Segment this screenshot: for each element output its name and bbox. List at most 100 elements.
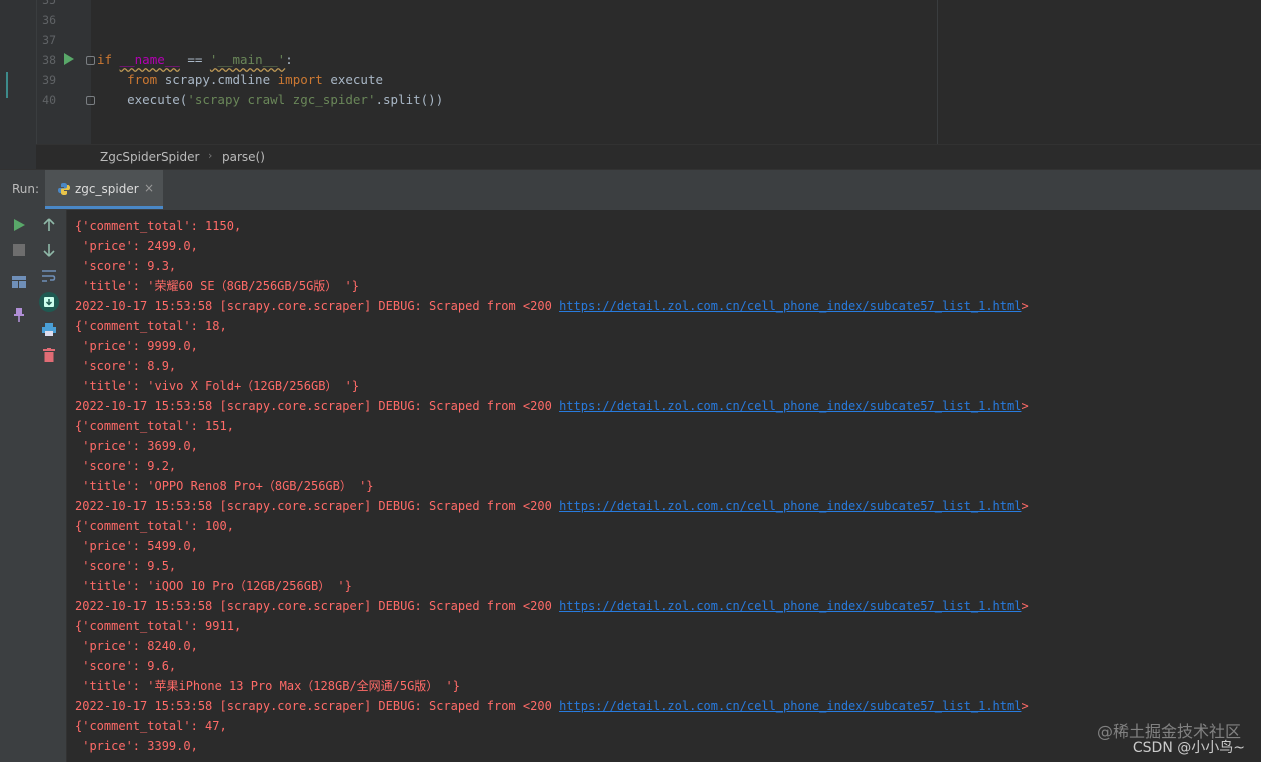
code-line-38: if __name__ == '__main__': [97, 50, 293, 70]
console-text: 'score': 8.9, [75, 359, 177, 373]
console-item-line: 'score': 9.5, [75, 556, 176, 576]
line-number: 37 [42, 33, 56, 47]
editor-gutter: 35 36 37 38 39 40 [36, 0, 95, 144]
console-text: {'comment_total': 9911, [75, 619, 242, 633]
operator: == [179, 52, 210, 67]
console-url-link[interactable]: https://detail.zol.com.cn/cell_phone_ind… [559, 699, 1021, 713]
console-text: 'title': '荣耀60 SE（8GB/256GB/5G版） '} [75, 279, 359, 293]
breadcrumb-item-class[interactable]: ZgcSpiderSpider [100, 150, 199, 164]
stop-button[interactable] [10, 241, 28, 259]
line-number: 36 [42, 13, 56, 27]
console-text: 2022-10-17 15:53:58 [scrapy.core.scraper… [75, 699, 560, 713]
console-item-line: {'comment_total': 151, [75, 416, 234, 436]
pin-tab-button[interactable] [10, 306, 28, 324]
console-text: 2022-10-17 15:53:58 [scrapy.core.scraper… [75, 599, 560, 613]
console-text: 'score': 9.2, [75, 459, 177, 473]
tab-zgc-spider[interactable]: zgc_spider × [45, 170, 163, 209]
console-text: 'title': 'OPPO Reno8 Pro+（8GB/256GB） '} [75, 479, 374, 493]
console-item-line: 'title': 'OPPO Reno8 Pro+（8GB/256GB） '} [75, 476, 374, 496]
console-item-line: {'comment_total': 18, [75, 316, 227, 336]
console-url-link[interactable]: https://detail.zol.com.cn/cell_phone_ind… [559, 399, 1021, 413]
line-number: 40 [42, 93, 56, 107]
console-log-line: 2022-10-17 15:53:58 [scrapy.core.scraper… [75, 296, 1029, 316]
console-url-link[interactable]: https://detail.zol.com.cn/cell_phone_ind… [559, 599, 1021, 613]
console-item-line: 'score': 9.3, [75, 256, 176, 276]
play-icon [14, 219, 25, 231]
console-item-line: 'score': 9.6, [75, 656, 176, 676]
code-editor[interactable]: 35 36 37 38 39 40 if __name__ == '__main… [0, 0, 1261, 144]
soft-wrap-icon [42, 270, 56, 282]
keyword-import: import [277, 72, 323, 87]
console-item-line: 'score': 8.9, [75, 356, 176, 376]
breadcrumb-item-method[interactable]: parse() [222, 150, 265, 164]
console-text: 'score': 9.3, [75, 259, 177, 273]
console-item-line: 'price': 5499.0, [75, 536, 198, 556]
keyword-if: if [97, 52, 113, 67]
console-text: {'comment_total': 1150, [75, 219, 242, 233]
run-label: Run: [12, 182, 40, 196]
console-item-line: 'title': '苹果iPhone 13 Pro Max（128GB/全网通/… [75, 676, 460, 696]
console-text: {'comment_total': 100, [75, 519, 234, 533]
close-tab-icon[interactable]: × [144, 181, 154, 195]
console-text: {'comment_total': 151, [75, 419, 234, 433]
run-gutter-icon[interactable] [64, 53, 74, 65]
console-text: 'price': 3699.0, [75, 439, 198, 453]
console-text: 2022-10-17 15:53:58 [scrapy.core.scraper… [75, 499, 560, 513]
function-call: execute( [127, 92, 188, 107]
console-text: 'score': 9.5, [75, 559, 177, 573]
console-url-link[interactable]: https://detail.zol.com.cn/cell_phone_ind… [559, 499, 1021, 513]
print-icon [42, 322, 56, 336]
layout-button[interactable] [10, 273, 28, 291]
scroll-to-end-icon [44, 297, 54, 307]
python-icon [58, 183, 70, 195]
code-line-39: from scrapy.cmdline import execute [97, 70, 383, 90]
module-name: scrapy.cmdline [157, 72, 278, 87]
console-log-line: 2022-10-17 15:53:58 [scrapy.core.scraper… [75, 396, 1029, 416]
console-text-tail: > [1021, 499, 1029, 513]
console-text-tail: > [1021, 299, 1029, 313]
clear-all-button[interactable] [40, 346, 58, 364]
console-log-line: 2022-10-17 15:53:58 [scrapy.core.scraper… [75, 596, 1029, 616]
console-item-line: {'comment_total': 47, [75, 716, 227, 736]
run-panel-header: Run: zgc_spider × [0, 169, 1261, 211]
soft-wrap-button[interactable] [40, 267, 58, 285]
console-item-line: 'price': 3699.0, [75, 436, 198, 456]
change-marker [6, 72, 8, 98]
scroll-up-button[interactable] [40, 216, 58, 234]
print-button[interactable] [40, 320, 58, 338]
console-item-line: 'title': '荣耀60 SE（8GB/256GB/5G版） '} [75, 276, 359, 296]
console-output[interactable]: {'comment_total': 1150, 'price': 2499.0,… [67, 210, 1261, 762]
console-url-link[interactable]: https://detail.zol.com.cn/cell_phone_ind… [559, 299, 1021, 313]
dunder-name: __name__ [119, 52, 180, 67]
arrow-up-icon [43, 218, 55, 231]
console-item-line: 'price': 9999.0, [75, 336, 198, 356]
rerun-button[interactable] [10, 216, 28, 234]
scroll-to-end-button[interactable] [39, 292, 59, 312]
console-text: 2022-10-17 15:53:58 [scrapy.core.scraper… [75, 299, 560, 313]
console-text: 'price': 5499.0, [75, 539, 198, 553]
console-item-line: 'price': 3399.0, [75, 736, 198, 756]
console-item-line: 'title': 'vivo X Fold+（12GB/256GB） '} [75, 376, 359, 396]
console-log-line: 2022-10-17 15:53:58 [scrapy.core.scraper… [75, 696, 1029, 716]
line-number: 35 [42, 0, 56, 7]
run-toolbar-secondary [36, 210, 67, 762]
stop-icon [13, 244, 25, 256]
breadcrumb: ZgcSpiderSpider › parse() [36, 144, 1261, 169]
string-main: '__main__' [209, 52, 286, 67]
console-text-tail: > [1021, 399, 1029, 413]
watermark-csdn: CSDN @小小鸟~ [1132, 740, 1245, 756]
console-text: 2022-10-17 15:53:58 [scrapy.core.scraper… [75, 399, 560, 413]
console-text: 'price': 9999.0, [75, 339, 198, 353]
fold-icon[interactable] [86, 96, 95, 105]
console-text: {'comment_total': 18, [75, 319, 227, 333]
console-text: 'price': 2499.0, [75, 239, 198, 253]
console-item-line: {'comment_total': 100, [75, 516, 234, 536]
colon: : [285, 52, 293, 67]
fold-icon[interactable] [86, 56, 95, 65]
pin-icon [14, 308, 24, 322]
run-toolbar-primary [0, 210, 36, 762]
method-chain: .split()) [375, 92, 444, 107]
right-margin-guide [937, 0, 938, 144]
layout-icon [12, 276, 26, 288]
scroll-down-button[interactable] [40, 241, 58, 259]
